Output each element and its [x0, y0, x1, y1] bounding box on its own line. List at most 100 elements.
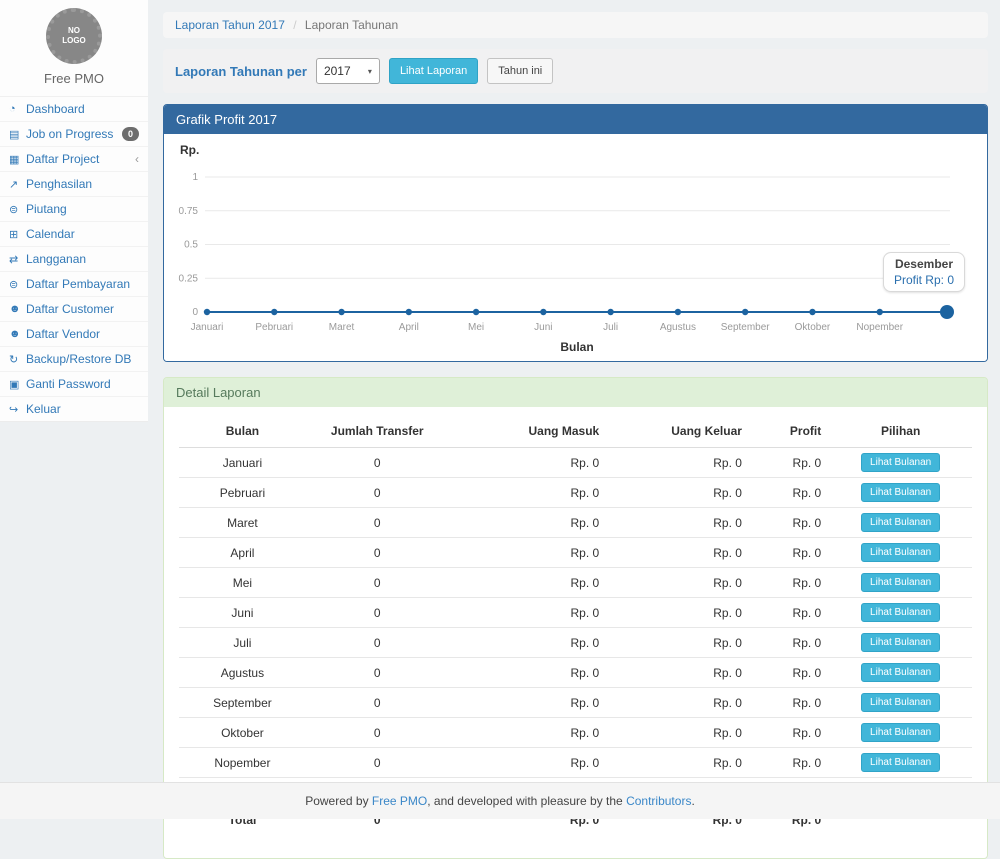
cell-bulan: Pebruari — [179, 478, 306, 508]
svg-text:Mei: Mei — [468, 322, 484, 333]
cell-bulan: Oktober — [179, 718, 306, 748]
logo-box: NO LOGO Free PMO — [0, 0, 148, 96]
view-monthly-button[interactable]: Lihat Bulanan — [861, 633, 940, 652]
cell-bulan: Juli — [179, 628, 306, 658]
cell-uang-masuk: Rp. 0 — [449, 478, 608, 508]
cell-jumlah-transfer: 0 — [306, 658, 449, 688]
cell-bulan: Agustus — [179, 658, 306, 688]
cell-uang-masuk: Rp. 0 — [449, 508, 608, 538]
cell-uang-keluar: Rp. 0 — [607, 718, 750, 748]
cell-uang-masuk: Rp. 0 — [449, 448, 608, 478]
sidebar-item-backup-restore-db[interactable]: ↻ Backup/Restore DB — [0, 346, 148, 371]
logo-text: NO LOGO — [62, 26, 86, 45]
cell-profit: Rp. 0 — [750, 718, 829, 748]
cell-jumlah-transfer: 0 — [306, 478, 449, 508]
report-table: Bulan Jumlah Transfer Uang Masuk Uang Ke… — [179, 415, 972, 832]
svg-text:0.25: 0.25 — [179, 273, 199, 284]
cell-bulan: Mei — [179, 568, 306, 598]
sidebar-item-penghasilan[interactable]: ↗ Penghasilan — [0, 171, 148, 196]
dashboard-icon: ◔ — [9, 103, 26, 115]
table-row: Juni 0 Rp. 0 Rp. 0 Rp. 0 Lihat Bulanan — [179, 598, 972, 628]
table-row: September 0 Rp. 0 Rp. 0 Rp. 0 Lihat Bula… — [179, 688, 972, 718]
sidebar-item-job-on-progress[interactable]: ▤ Job on Progress 0 — [0, 121, 148, 146]
breadcrumb-link-laporan-tahun[interactable]: Laporan Tahun 2017 — [175, 18, 285, 32]
money-icon: ⊜ — [9, 203, 26, 216]
sidebar-item-daftar-project[interactable]: ▦ Daftar Project ‹ — [0, 146, 148, 171]
report-table-body: Januari 0 Rp. 0 Rp. 0 Rp. 0 Lihat Bulana… — [179, 448, 972, 808]
svg-text:April: April — [399, 322, 419, 333]
col-header-pilihan: Pilihan — [829, 415, 972, 448]
chart-line-icon: ↗ — [9, 178, 26, 191]
cell-uang-keluar: Rp. 0 — [607, 508, 750, 538]
view-monthly-button[interactable]: Lihat Bulanan — [861, 513, 940, 532]
view-monthly-button[interactable]: Lihat Bulanan — [861, 693, 940, 712]
cell-uang-masuk: Rp. 0 — [449, 538, 608, 568]
cell-bulan: April — [179, 538, 306, 568]
profit-line-chart[interactable]: 00.250.50.751Rp.JanuariPebruariMaretApri… — [178, 142, 973, 367]
sidebar-item-daftar-vendor[interactable]: ☻ Daftar Vendor — [0, 321, 148, 346]
count-badge: 0 — [122, 127, 139, 141]
cell-uang-masuk: Rp. 0 — [449, 688, 608, 718]
table-header-row: Bulan Jumlah Transfer Uang Masuk Uang Ke… — [179, 415, 972, 448]
sidebar-item-calendar[interactable]: ⊞ Calendar — [0, 221, 148, 246]
sidebar-item-ganti-password[interactable]: ▣ Ganti Password — [0, 371, 148, 396]
svg-text:0.5: 0.5 — [184, 240, 198, 251]
cell-jumlah-transfer: 0 — [306, 718, 449, 748]
footer-text-prefix: Powered by — [305, 794, 368, 808]
cell-uang-keluar: Rp. 0 — [607, 598, 750, 628]
sidebar-item-piutang[interactable]: ⊜ Piutang — [0, 196, 148, 221]
col-header-profit: Profit — [750, 415, 829, 448]
breadcrumb: Laporan Tahun 2017 / Laporan Tahunan — [163, 12, 988, 38]
col-header-jumlah-transfer: Jumlah Transfer — [306, 415, 449, 448]
sidebar: NO LOGO Free PMO ◔ Dashboard ▤ Job on Pr… — [0, 0, 148, 422]
sidebar-item-dashboard[interactable]: ◔ Dashboard — [0, 97, 148, 121]
svg-text:0.75: 0.75 — [179, 206, 199, 217]
cell-jumlah-transfer: 0 — [306, 538, 449, 568]
users-icon: ☻ — [9, 328, 26, 340]
sidebar-menu: ◔ Dashboard ▤ Job on Progress 0 ▦ Daftar… — [0, 96, 148, 422]
view-monthly-button[interactable]: Lihat Bulanan — [861, 483, 940, 502]
table-row: Agustus 0 Rp. 0 Rp. 0 Rp. 0 Lihat Bulana… — [179, 658, 972, 688]
svg-text:September: September — [721, 322, 771, 333]
view-monthly-button[interactable]: Lihat Bulanan — [861, 603, 940, 622]
cell-uang-keluar: Rp. 0 — [607, 658, 750, 688]
cell-uang-masuk: Rp. 0 — [449, 598, 608, 628]
cell-jumlah-transfer: 0 — [306, 568, 449, 598]
cell-uang-masuk: Rp. 0 — [449, 748, 608, 778]
view-monthly-button[interactable]: Lihat Bulanan — [861, 453, 940, 472]
view-report-button[interactable]: Lihat Laporan — [389, 58, 478, 84]
col-header-bulan: Bulan — [179, 415, 306, 448]
breadcrumb-current: Laporan Tahunan — [305, 18, 398, 32]
chevron-left-icon: ‹ — [135, 152, 139, 166]
year-select[interactable]: 2017 ▾ — [316, 58, 380, 84]
footer-link-contributors[interactable]: Contributors — [626, 794, 691, 808]
view-monthly-button[interactable]: Lihat Bulanan — [861, 573, 940, 592]
footer-link-free-pmo[interactable]: Free PMO — [372, 794, 427, 808]
cell-uang-keluar: Rp. 0 — [607, 748, 750, 778]
caret-down-icon: ▾ — [368, 67, 372, 76]
view-monthly-button[interactable]: Lihat Bulanan — [861, 663, 940, 682]
sidebar-item-daftar-pembayaran[interactable]: ⊜ Daftar Pembayaran — [0, 271, 148, 296]
view-monthly-button[interactable]: Lihat Bulanan — [861, 543, 940, 562]
cell-bulan: Maret — [179, 508, 306, 538]
cell-profit: Rp. 0 — [750, 508, 829, 538]
sidebar-item-keluar[interactable]: ↪ Keluar — [0, 396, 148, 421]
profit-chart-panel: Grafik Profit 2017 00.250.50.751Rp.Janua… — [163, 104, 988, 362]
cell-jumlah-transfer: 0 — [306, 628, 449, 658]
svg-text:Rp.: Rp. — [180, 143, 199, 157]
cell-uang-masuk: Rp. 0 — [449, 658, 608, 688]
cell-bulan: Nopember — [179, 748, 306, 778]
this-year-button[interactable]: Tahun ini — [487, 58, 553, 84]
table-row: Oktober 0 Rp. 0 Rp. 0 Rp. 0 Lihat Bulana… — [179, 718, 972, 748]
col-header-uang-keluar: Uang Keluar — [607, 415, 750, 448]
page-footer: Powered by Free PMO, and developed with … — [0, 782, 1000, 819]
table-row: Maret 0 Rp. 0 Rp. 0 Rp. 0 Lihat Bulanan — [179, 508, 972, 538]
svg-text:Pebruari: Pebruari — [255, 322, 293, 333]
view-monthly-button[interactable]: Lihat Bulanan — [861, 723, 940, 742]
svg-text:1: 1 — [192, 172, 198, 183]
cell-uang-masuk: Rp. 0 — [449, 718, 608, 748]
sidebar-item-langganan[interactable]: ⇄ Langganan — [0, 246, 148, 271]
view-monthly-button[interactable]: Lihat Bulanan — [861, 753, 940, 772]
sidebar-item-daftar-customer[interactable]: ☻ Daftar Customer — [0, 296, 148, 321]
refresh-icon: ↻ — [9, 353, 26, 366]
